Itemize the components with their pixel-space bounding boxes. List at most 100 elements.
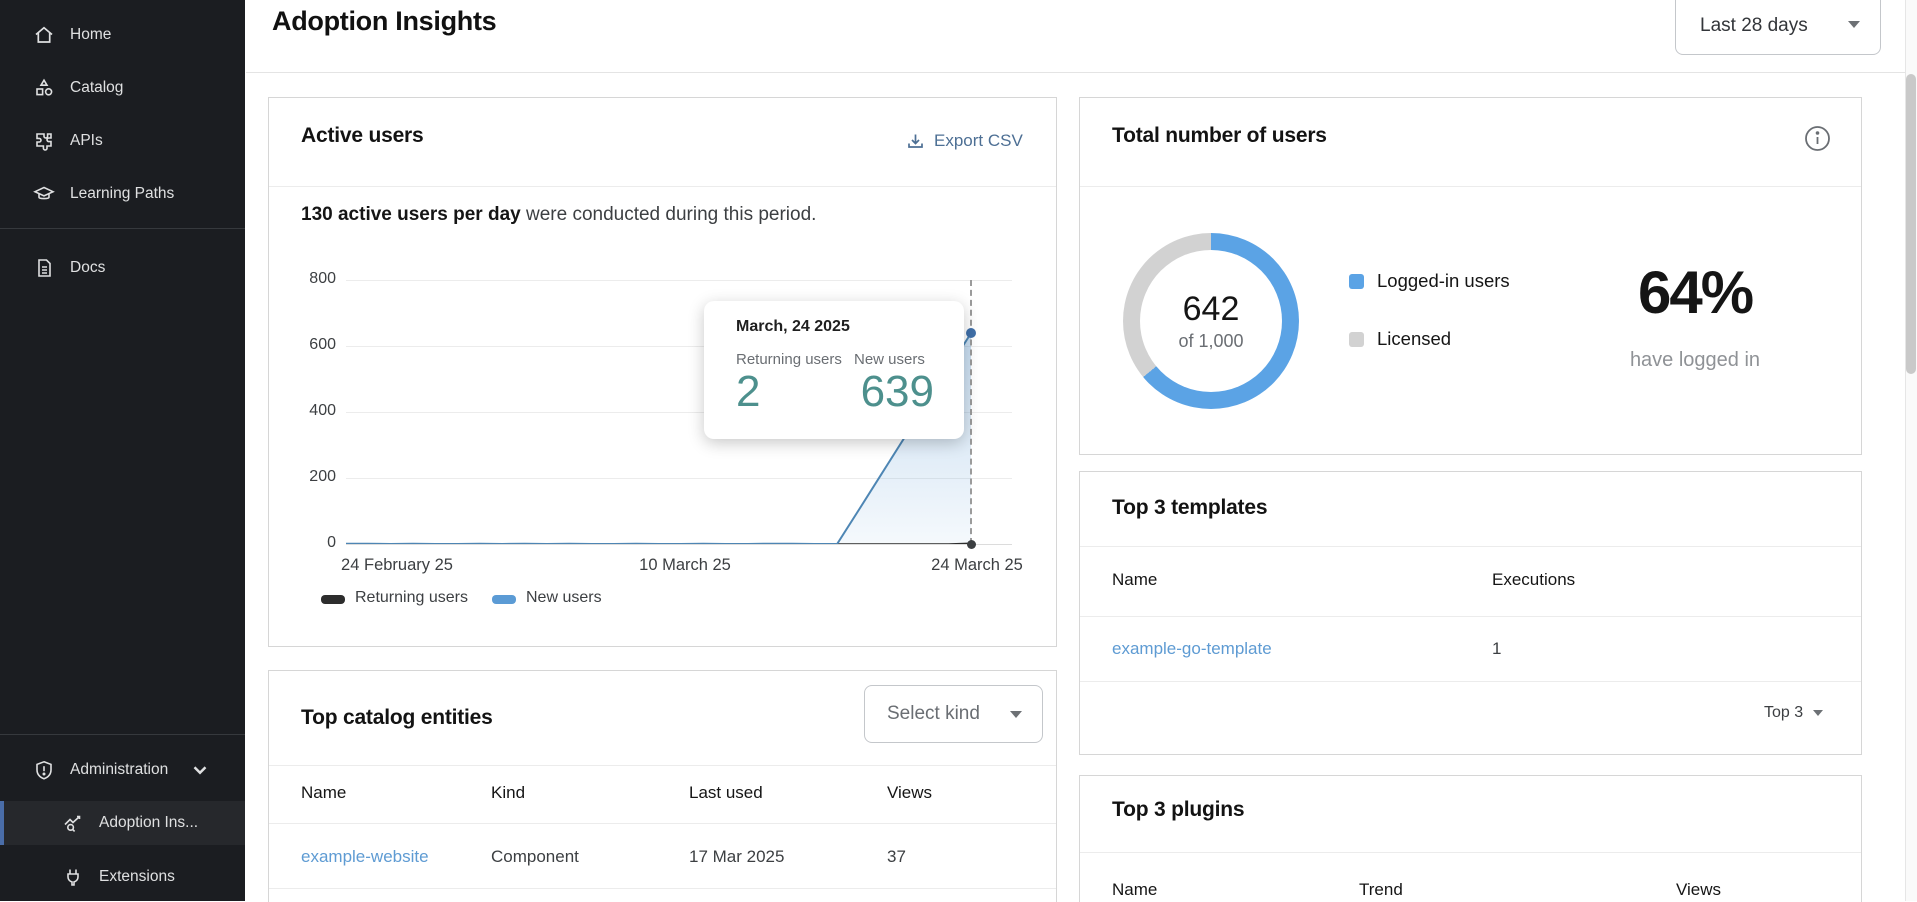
chart-subtitle-rest: were conducted during this period. [521,204,817,225]
sidebar-item-adoption-insights[interactable]: Adoption Ins... [0,801,245,845]
caret-down-icon [1848,21,1860,28]
table-divider [1080,681,1861,682]
donut-total: of 1,000 [1178,331,1243,352]
legend-label-returning-users: Returning users [355,589,468,607]
card-header-divider [269,186,1056,187]
y-axis-tick: 0 [269,534,336,552]
sidebar-item-label: Learning Paths [70,185,174,203]
entity-views-value: 37 [887,847,906,867]
tooltip-date: March, 24 2025 [736,318,850,336]
plug-icon [62,866,84,888]
card-header-divider [1080,546,1861,547]
card-title: Top 3 plugins [1112,798,1244,822]
gridline [346,544,1012,545]
sidebar-item-label: Home [70,26,111,44]
entity-kind-value: Component [491,847,579,867]
column-header-views: Views [1676,880,1721,900]
top-templates-card: Top 3 templates Name Executions example-… [1079,471,1862,755]
column-header-name: Name [1112,880,1157,900]
x-axis-tick: 10 March 25 [605,556,765,575]
y-axis-tick: 600 [269,336,336,354]
donut-center-text: 642 of 1,000 [1123,233,1299,409]
date-range-select[interactable]: Last 28 days [1675,0,1881,55]
catalog-icon [33,77,55,99]
select-kind-placeholder: Select kind [887,703,980,725]
hover-dashed-line [970,280,972,544]
info-icon[interactable] [1804,125,1831,152]
sidebar-item-catalog[interactable]: Catalog [0,66,245,110]
sidebar-item-extensions[interactable]: Extensions [0,855,245,899]
y-axis-tick: 400 [269,402,336,420]
entity-name-link[interactable]: example-website [301,847,429,867]
column-header-views: Views [887,783,932,803]
date-range-value: Last 28 days [1700,15,1808,37]
learning-paths-icon [33,183,55,205]
template-name-link[interactable]: example-go-template [1112,639,1272,659]
column-header-trend: Trend [1359,880,1403,900]
card-title: Top 3 templates [1112,496,1267,520]
legend-label-new-users: New users [526,589,602,607]
sidebar-item-apis[interactable]: APIs [0,119,245,163]
header-divider [246,72,1906,73]
table-divider [269,823,1056,824]
card-title: Active users [301,124,424,148]
column-header-name: Name [1112,570,1157,590]
y-axis-tick: 800 [269,270,336,288]
card-header-divider [1080,186,1861,187]
sidebar-item-label: Docs [70,259,105,277]
sidebar-item-learning-paths[interactable]: Learning Paths [0,172,245,216]
percentage-block: 64% have logged in [1560,258,1830,372]
card-title: Total number of users [1112,124,1327,148]
tooltip-returning-value: 2 [736,367,760,417]
chart-subtitle-bold: 130 active users per day [301,204,521,225]
sidebar-item-home[interactable]: Home [0,13,245,57]
sidebar-item-label: Administration [70,761,168,779]
chart-tooltip: March, 24 2025 Returning users New users… [704,301,964,439]
percentage-caption: have logged in [1560,349,1830,372]
page-title: Adoption Insights [272,6,496,37]
caret-down-icon [1010,711,1022,718]
sidebar-item-label: Adoption Ins... [99,814,198,832]
legend-swatch-new-users [492,595,516,604]
sidebar-item-label: APIs [70,132,103,150]
tooltip-returning-label: Returning users [736,351,842,368]
x-axis-tick: 24 February 25 [317,556,477,575]
scrollbar-thumb[interactable] [1906,74,1916,374]
table-divider [1080,616,1861,617]
tooltip-new-value: 639 [829,367,934,417]
top-catalog-card: Top catalog entities Select kind Name Ki… [268,670,1057,902]
sidebar: Home Catalog APIs Learning Paths Docs Ad… [0,0,245,901]
legend-swatch-returning-users [321,595,345,604]
active-users-card: Active users Export CSV 130 active users… [268,97,1057,647]
sidebar-item-label: Catalog [70,79,123,97]
legend-swatch-licensed [1349,332,1364,347]
column-header-last-used: Last used [689,783,763,803]
download-icon [906,132,925,151]
entity-last-used-value: 17 Mar 2025 [689,847,784,867]
chevron-down-icon[interactable] [189,759,211,781]
sidebar-item-administration[interactable]: Administration [0,748,245,792]
table-divider [269,888,1056,889]
column-header-name: Name [301,783,346,803]
data-point-dot [966,328,976,338]
legend-swatch-logged-in [1349,274,1364,289]
top-n-value: Top 3 [1764,704,1803,722]
adoption-insights-icon [62,812,84,834]
caret-down-icon [1813,710,1823,716]
y-axis-tick: 200 [269,468,336,486]
shield-icon [33,759,55,781]
sidebar-item-label: Extensions [99,868,175,886]
sidebar-item-docs[interactable]: Docs [0,246,245,290]
export-csv-button[interactable]: Export CSV [906,131,1023,151]
tooltip-new-label: New users [854,351,925,368]
select-kind-dropdown[interactable]: Select kind [864,685,1043,743]
legend-label-logged-in: Logged-in users [1377,270,1510,292]
home-icon [33,24,55,46]
legend-label-licensed: Licensed [1377,328,1451,350]
sidebar-divider [0,734,245,735]
donut-legend-item: Logged-in users [1349,270,1510,292]
top-plugins-card: Top 3 plugins Name Trend Views [1079,775,1862,902]
top-n-select[interactable]: Top 3 [1764,704,1823,722]
sidebar-divider [0,228,245,229]
card-title: Top catalog entities [301,706,493,730]
